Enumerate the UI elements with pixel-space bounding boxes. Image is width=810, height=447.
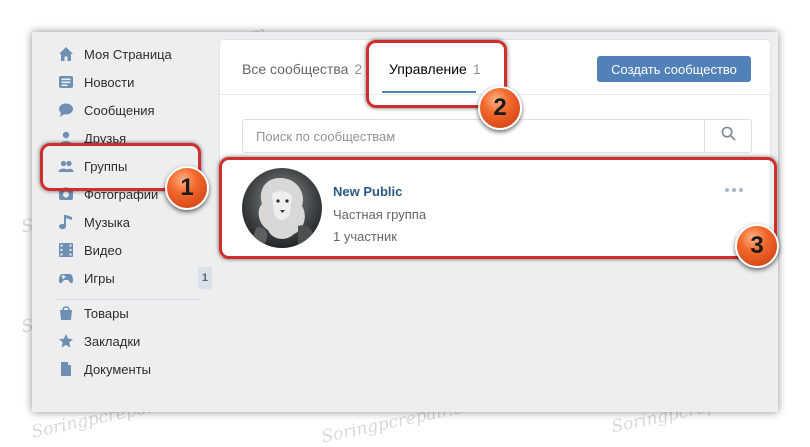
sidebar-item-label: Сообщения: [84, 102, 155, 118]
goods-icon: [56, 305, 76, 321]
home-icon: [56, 46, 76, 62]
create-community-button[interactable]: Создать сообщество: [597, 56, 751, 82]
sidebar-item-bookmarks[interactable]: Закладки: [32, 327, 207, 355]
sidebar-item-label: Моя Страница: [84, 46, 172, 62]
documents-icon: [56, 361, 76, 377]
games-icon: [56, 270, 76, 286]
tab-count: 2: [354, 61, 363, 77]
sidebar-divider: [56, 299, 201, 300]
star-icon: [56, 333, 76, 349]
highlight-group-card: [219, 157, 777, 259]
sidebar-item-label: Видео: [84, 242, 122, 258]
sidebar-item-my-page[interactable]: Моя Страница: [32, 40, 207, 68]
sidebar-item-label: Документы: [84, 361, 152, 377]
step-marker-3: 3: [735, 224, 779, 268]
sidebar-item-label: Музыка: [84, 214, 130, 230]
search-button[interactable]: [704, 120, 751, 152]
games-count-badge: 1: [197, 267, 212, 289]
sidebar-item-label: Товары: [84, 305, 129, 321]
sidebar-item-label: Закладки: [84, 333, 141, 349]
news-icon: [56, 74, 76, 90]
sidebar-item-messages[interactable]: Сообщения: [32, 96, 207, 124]
sidebar-item-games[interactable]: Игры 1: [32, 264, 212, 292]
video-icon: [56, 242, 76, 258]
sidebar-item-label: Игры: [84, 270, 115, 286]
sidebar-item-label: Новости: [84, 74, 135, 90]
sidebar-item-news[interactable]: Новости: [32, 68, 207, 96]
step-marker-1: 1: [165, 166, 209, 210]
sidebar: Моя Страница Новости Сообщения Друзья Гр…: [32, 40, 212, 383]
tab-label: Все сообщества: [242, 61, 349, 77]
sidebar-item-documents[interactable]: Документы: [32, 355, 207, 383]
search-icon: [721, 126, 736, 146]
search-input[interactable]: [243, 120, 716, 152]
tab-all-communities[interactable]: Все сообщества 2: [242, 61, 362, 77]
sidebar-item-goods[interactable]: Товары: [32, 299, 207, 327]
music-icon: [56, 214, 76, 230]
messages-icon: [56, 102, 76, 118]
sidebar-item-video[interactable]: Видео: [32, 236, 207, 264]
sidebar-item-music[interactable]: Музыка: [32, 208, 207, 236]
step-marker-2: 2: [478, 86, 522, 130]
